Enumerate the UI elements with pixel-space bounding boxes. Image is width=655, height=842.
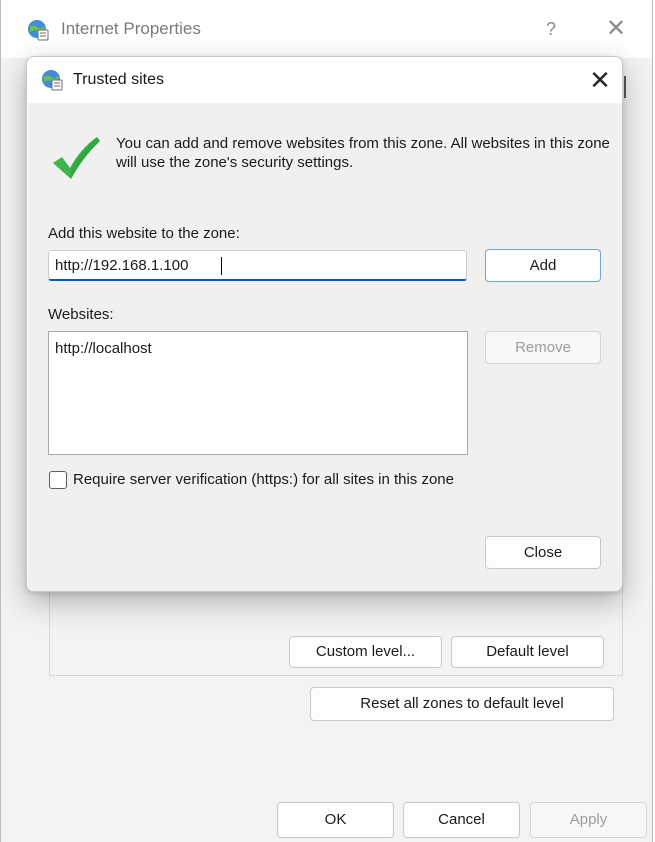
dialog-close-x-button[interactable]: ✕: [585, 65, 615, 95]
dialog-title-bar: Trusted sites ✕: [27, 57, 622, 103]
websites-label: Websites:: [48, 306, 114, 323]
websites-list[interactable]: http://localhost: [48, 331, 468, 455]
text-cursor: [221, 257, 222, 275]
add-website-label: Add this website to the zone:: [48, 225, 240, 242]
green-checkmark-icon: [50, 133, 102, 183]
website-url-input[interactable]: [48, 250, 467, 281]
reset-all-zones-button[interactable]: Reset all zones to default level: [310, 687, 614, 721]
list-item[interactable]: http://localhost: [55, 340, 461, 357]
dialog-title: Trusted sites: [73, 71, 164, 88]
internet-properties-globe-icon: [27, 19, 49, 41]
remove-button[interactable]: Remove: [485, 331, 601, 364]
apply-button[interactable]: Apply: [530, 802, 647, 838]
parent-close-button[interactable]: ✕: [601, 14, 631, 44]
add-button[interactable]: Add: [485, 249, 601, 282]
cancel-button[interactable]: Cancel: [403, 802, 520, 838]
help-button[interactable]: ?: [537, 14, 565, 44]
parent-title-bar: Internet Properties ? ✕: [1, 0, 652, 58]
trusted-sites-globe-icon: [41, 69, 63, 91]
close-button[interactable]: Close: [485, 536, 601, 569]
ok-button[interactable]: OK: [277, 802, 394, 838]
require-verification-label[interactable]: Require server verification (https:) for…: [73, 471, 454, 488]
custom-level-button[interactable]: Custom level...: [289, 636, 442, 668]
parent-window-title: Internet Properties: [61, 19, 201, 38]
default-level-button[interactable]: Default level: [451, 636, 604, 668]
zone-description: You can add and remove websites from thi…: [116, 135, 610, 171]
require-verification-checkbox[interactable]: [49, 471, 67, 489]
